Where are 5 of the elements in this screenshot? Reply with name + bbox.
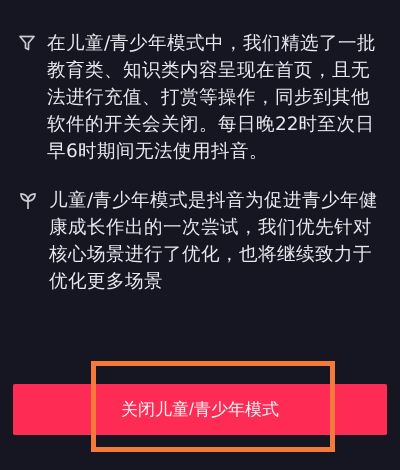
filter-icon [18, 34, 36, 52]
close-mode-button[interactable]: 关闭儿童/青少年模式 [13, 384, 387, 435]
note-text: 在儿童/青少年模式中，我们精选了一批教育类、知识类内容呈现在首页，且无法进行充值、打赏等操作，同步到其他软件的开关会关闭。每日晚22时至次日早6时期间无法使用抖音。 [47, 32, 378, 164]
note-text: 儿童/青少年模式是抖音为促进青少年健康成长作出的一次尝试，我们优先针对核心场景进行了优化，也将继续致力于优化更多场景 [49, 189, 380, 294]
sprout-icon [18, 191, 38, 211]
